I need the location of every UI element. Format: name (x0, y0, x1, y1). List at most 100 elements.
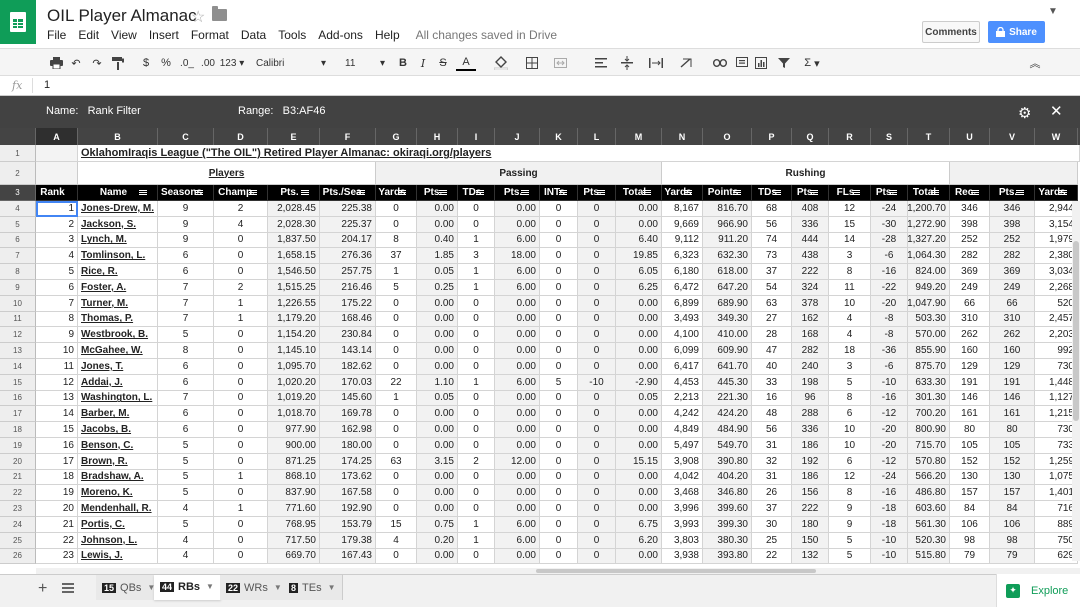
player-name-cell[interactable]: Lynch, M. (78, 232, 158, 249)
currency-format-button[interactable]: $ (140, 55, 152, 71)
table-cell[interactable]: 0 (458, 469, 495, 486)
table-cell[interactable]: 0 (376, 311, 417, 328)
row-header-18[interactable]: 18 (0, 422, 36, 438)
table-cell[interactable]: 21 (36, 517, 78, 533)
table-cell[interactable]: 221.30 (703, 390, 752, 407)
table-cell[interactable]: 408 (792, 201, 829, 217)
table-cell[interactable]: 5 (36, 264, 78, 280)
header-yards-W[interactable]: Yards (1035, 185, 1078, 201)
table-cell[interactable]: 16 (752, 390, 792, 407)
table-cell[interactable]: 0 (458, 343, 495, 359)
table-cell[interactable]: 0 (540, 359, 578, 375)
table-cell[interactable]: 0 (458, 390, 495, 407)
row-header-2[interactable]: 2 (0, 162, 36, 185)
filter-icon[interactable] (597, 190, 605, 196)
table-cell[interactable]: 633.30 (908, 374, 950, 391)
filter-icon[interactable] (684, 190, 692, 196)
functions-button[interactable]: Σ ▾ (801, 55, 823, 71)
table-cell[interactable]: 9 (829, 501, 871, 517)
table-cell[interactable]: 0.00 (417, 438, 458, 454)
folder-icon[interactable] (212, 6, 227, 21)
table-cell[interactable]: 105 (950, 438, 990, 454)
column-header-O[interactable]: O (703, 128, 752, 145)
table-cell[interactable]: 0 (214, 406, 268, 423)
row-header-22[interactable]: 22 (0, 485, 36, 502)
row-header-24[interactable]: 24 (0, 517, 36, 533)
table-cell[interactable]: 966.90 (703, 216, 752, 233)
table-cell[interactable]: 9 (158, 201, 214, 217)
menu-data[interactable]: Data (241, 28, 266, 42)
header-ptssea-F[interactable]: Pts./Sea. (320, 185, 376, 201)
table-cell[interactable]: 0 (540, 422, 578, 438)
table-cell[interactable]: 398 (990, 216, 1035, 233)
filter-icon[interactable] (931, 190, 939, 196)
table-cell[interactable]: 6.00 (495, 532, 540, 549)
table-cell[interactable]: 800.90 (908, 422, 950, 438)
table-cell[interactable]: -10 (578, 374, 616, 391)
paint-format-icon[interactable] (110, 55, 126, 71)
table-cell[interactable]: 191 (990, 374, 1035, 391)
table-cell[interactable]: 249 (990, 280, 1035, 296)
filter-icon[interactable] (559, 190, 567, 196)
table-cell[interactable]: 15 (376, 517, 417, 533)
table-cell[interactable]: 68 (752, 201, 792, 217)
table-cell[interactable]: 0.00 (616, 327, 662, 344)
table-cell[interactable]: 0 (540, 469, 578, 486)
table-cell[interactable]: 33 (752, 374, 792, 391)
table-cell[interactable]: -12 (871, 406, 908, 423)
table-cell[interactable]: 4 (829, 327, 871, 344)
table-cell[interactable]: 19.85 (616, 248, 662, 265)
table-cell[interactable]: 0 (578, 406, 616, 423)
table-cell[interactable]: 6.00 (495, 264, 540, 280)
table-cell[interactable]: 0 (578, 548, 616, 565)
table-cell[interactable]: 570.00 (908, 327, 950, 344)
table-cell[interactable]: -20 (871, 295, 908, 312)
close-icon[interactable]: ✕ (1050, 102, 1063, 120)
row-header-8[interactable]: 8 (0, 264, 36, 280)
row-header-9[interactable]: 9 (0, 280, 36, 296)
column-header-D[interactable]: D (214, 128, 268, 145)
table-cell[interactable]: 0 (376, 343, 417, 359)
table-cell[interactable]: 18 (36, 469, 78, 486)
table-cell[interactable]: 282 (950, 248, 990, 265)
table-cell[interactable]: 310 (990, 311, 1035, 328)
table-cell[interactable]: -10 (871, 532, 908, 549)
table-cell[interactable]: 486.80 (908, 485, 950, 502)
table-cell[interactable]: 6.75 (616, 517, 662, 533)
player-name-cell[interactable]: Rice, R. (78, 264, 158, 280)
table-cell[interactable]: 0 (458, 406, 495, 423)
table-cell[interactable]: 632.30 (703, 248, 752, 265)
table-cell[interactable]: 0 (540, 532, 578, 549)
table-cell[interactable]: 0.00 (495, 406, 540, 423)
table-cell[interactable]: 182.62 (320, 359, 376, 375)
table-cell[interactable]: 520.30 (908, 532, 950, 549)
table-cell[interactable]: -16 (871, 485, 908, 502)
table-cell[interactable]: -24 (871, 201, 908, 217)
column-header-Q[interactable]: Q (792, 128, 829, 145)
table-cell[interactable]: 1,019.20 (268, 390, 320, 407)
menu-view[interactable]: View (111, 28, 137, 42)
row-header-26[interactable]: 26 (0, 548, 36, 565)
table-cell[interactable]: 6,417 (662, 359, 703, 375)
table-cell[interactable]: 0 (214, 422, 268, 438)
table-cell[interactable]: 6,099 (662, 343, 703, 359)
table-cell[interactable]: 3 (829, 359, 871, 375)
table-cell[interactable]: 669.70 (268, 548, 320, 565)
table-cell[interactable]: 1,327.20 (908, 232, 950, 249)
table-cell[interactable]: 12 (36, 374, 78, 391)
table-cell[interactable]: 768.95 (268, 517, 320, 533)
table-cell[interactable]: 5,497 (662, 438, 703, 454)
row-header-11[interactable]: 11 (0, 311, 36, 328)
table-cell[interactable]: 145.60 (320, 390, 376, 407)
table-cell[interactable]: 6,899 (662, 295, 703, 312)
table-cell[interactable]: 22 (376, 374, 417, 391)
table-cell[interactable]: 156 (792, 485, 829, 502)
table-cell[interactable]: 0 (376, 216, 417, 233)
table-cell[interactable]: 13 (36, 390, 78, 407)
table-cell[interactable]: 0 (540, 501, 578, 517)
table-cell[interactable]: 1,515.25 (268, 280, 320, 296)
player-name-cell[interactable]: Turner, M. (78, 295, 158, 312)
table-cell[interactable]: 0.00 (495, 201, 540, 217)
table-cell[interactable]: 180.00 (320, 438, 376, 454)
table-cell[interactable]: 346 (950, 201, 990, 217)
